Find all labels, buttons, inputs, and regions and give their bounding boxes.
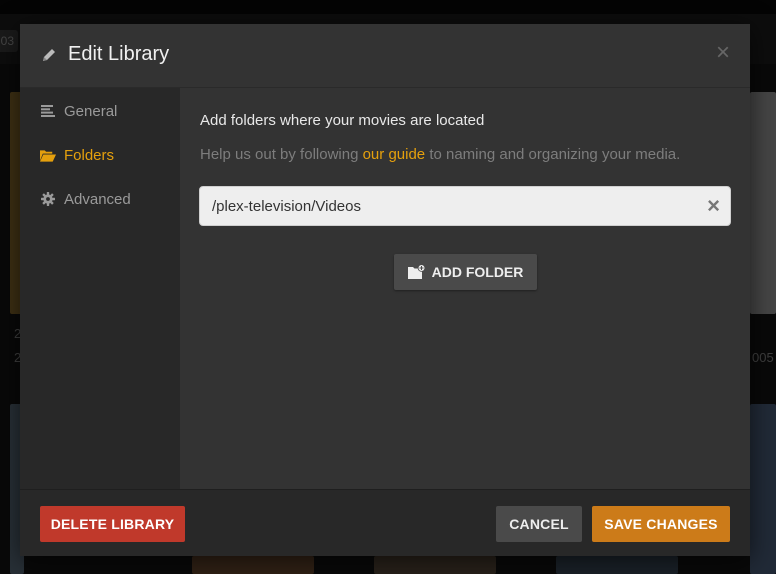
sidebar-item-advanced[interactable]: Advanced	[20, 184, 180, 214]
close-icon[interactable]: ×	[716, 41, 730, 65]
panel-heading: Add folders where your movies are locate…	[200, 112, 485, 129]
folder-path-field: ×	[199, 186, 731, 226]
add-folder-label: ADD FOLDER	[431, 264, 524, 280]
modal-footer: DELETE LIBRARY CANCEL SAVE CHANGES	[20, 489, 750, 556]
guide-link[interactable]: our guide	[363, 146, 426, 163]
help-prefix: Help us out by following	[200, 146, 363, 163]
modal-header: Edit Library ×	[20, 24, 750, 88]
edit-library-modal: Edit Library × General Folders Advanced …	[20, 24, 750, 556]
sidebar-item-label: General	[64, 102, 118, 120]
add-folder-button[interactable]: ADD FOLDER	[394, 254, 537, 290]
modal-title: Edit Library	[68, 43, 170, 65]
sidebar-item-label: Advanced	[64, 190, 131, 208]
sidebar: General Folders Advanced	[20, 88, 180, 489]
folder-open-icon	[40, 147, 56, 163]
sidebar-item-general[interactable]: General	[20, 96, 180, 126]
help-suffix: to naming and organizing your media.	[425, 146, 681, 163]
pencil-icon	[40, 46, 58, 64]
folder-path-input[interactable]	[200, 187, 690, 225]
delete-library-button[interactable]: DELETE LIBRARY	[40, 506, 185, 542]
sidebar-item-label: Folders	[64, 146, 115, 164]
clear-icon[interactable]: ×	[707, 194, 720, 218]
help-text: Help us out by following our guide to na…	[200, 146, 680, 163]
align-left-icon	[40, 103, 56, 119]
cancel-button[interactable]: CANCEL	[496, 506, 582, 542]
folders-panel: Add folders where your movies are locate…	[180, 88, 750, 489]
folder-plus-icon	[407, 264, 426, 280]
save-changes-button[interactable]: SAVE CHANGES	[592, 506, 730, 542]
sidebar-item-folders[interactable]: Folders	[20, 140, 180, 170]
gear-icon	[40, 191, 56, 207]
